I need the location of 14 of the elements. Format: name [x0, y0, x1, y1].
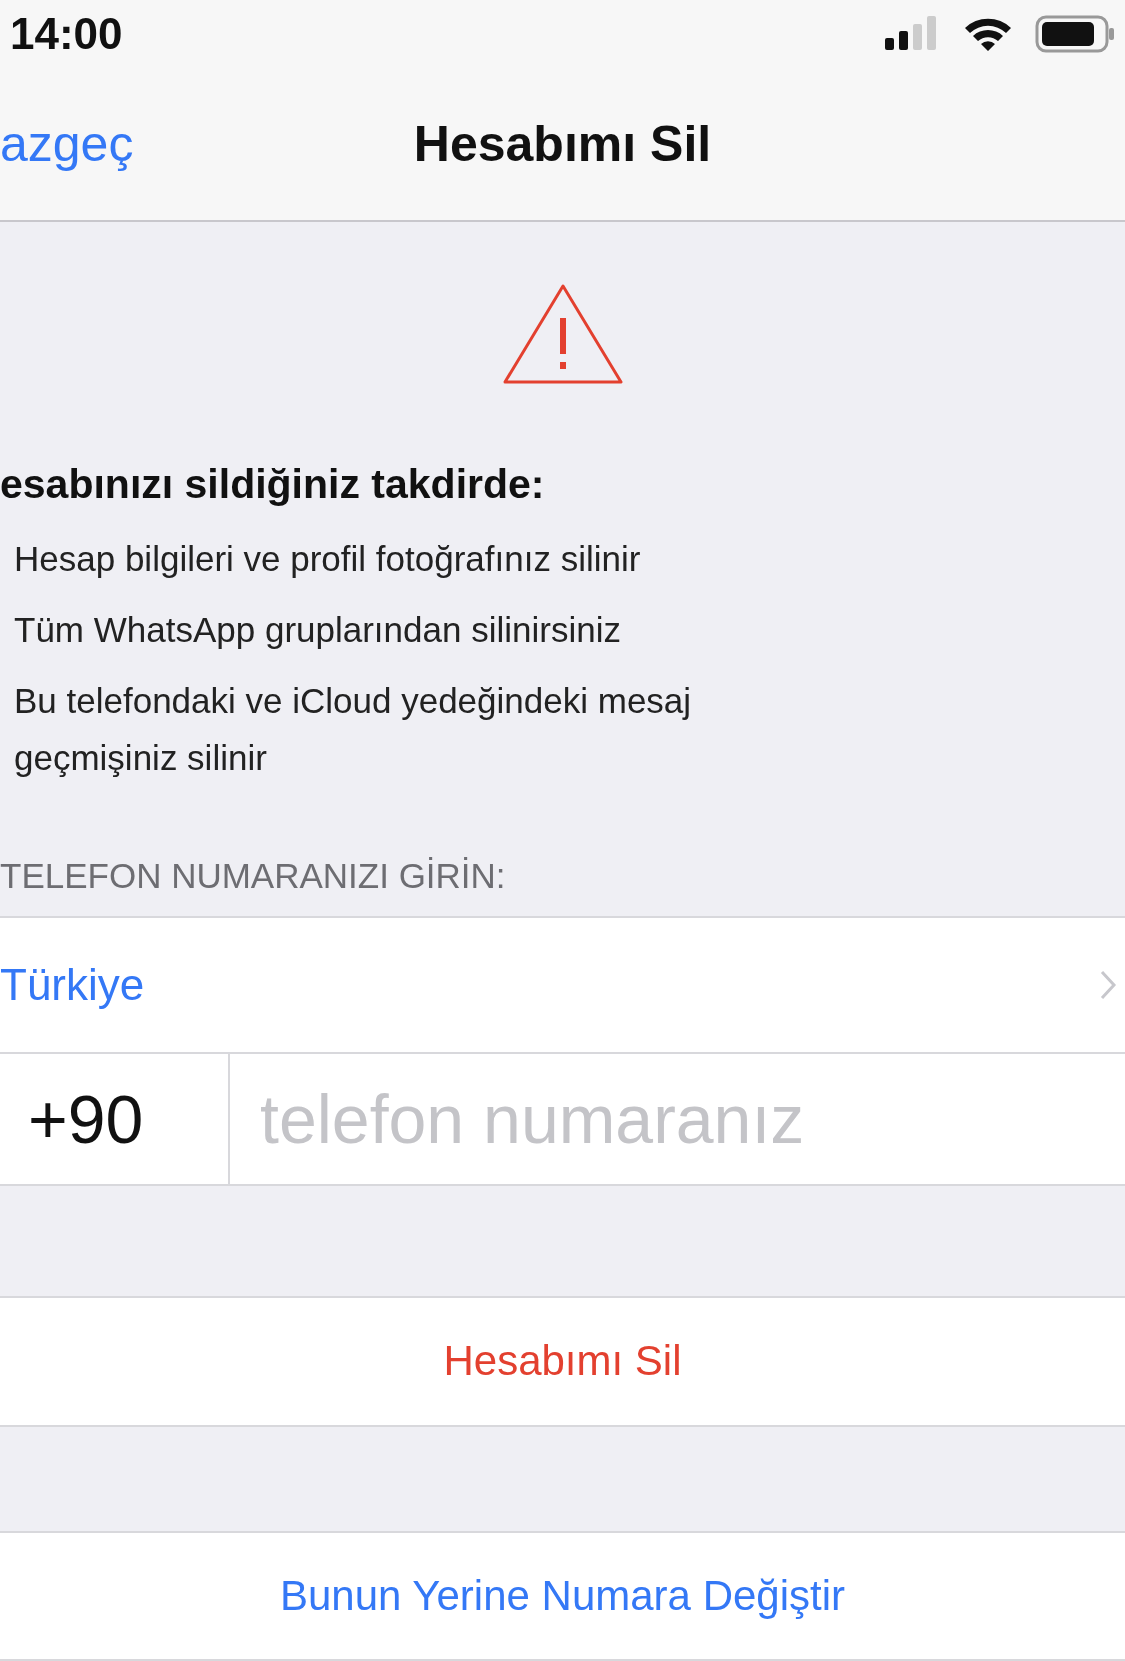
consequence-text: Hesap bilgileri ve profil fotoğrafınız silinir — [14, 538, 642, 581]
warning-heading: esabınızı sildiğiniz takdirde: — [0, 461, 546, 509]
consequence-text: Bu telefondaki ve iCloud yedeğindeki mesaj geçmişiniz silinir — [14, 680, 693, 780]
battery-icon — [1035, 14, 1115, 53]
consequence-text: Tüm WhatsApp gruplarından silinirsiniz — [14, 609, 622, 652]
country-code: +90 — [0, 1052, 230, 1187]
section-label: TELEFON NUMARANIZI GİRİN: — [0, 856, 507, 898]
delete-account-button[interactable]: Hesabımı Sil — [0, 1296, 1125, 1427]
chevron-icon — [1099, 969, 1117, 1002]
cancel-link[interactable]: azgeç — [0, 114, 134, 173]
change-number-button[interactable]: Bunun Yerine Numara Değiştir — [0, 1530, 1125, 1661]
nav-title: Hesabımı Sil — [413, 114, 712, 173]
status-time: 14:00 — [10, 8, 123, 59]
phone-input[interactable]: telefon numaranız — [230, 1052, 1125, 1187]
